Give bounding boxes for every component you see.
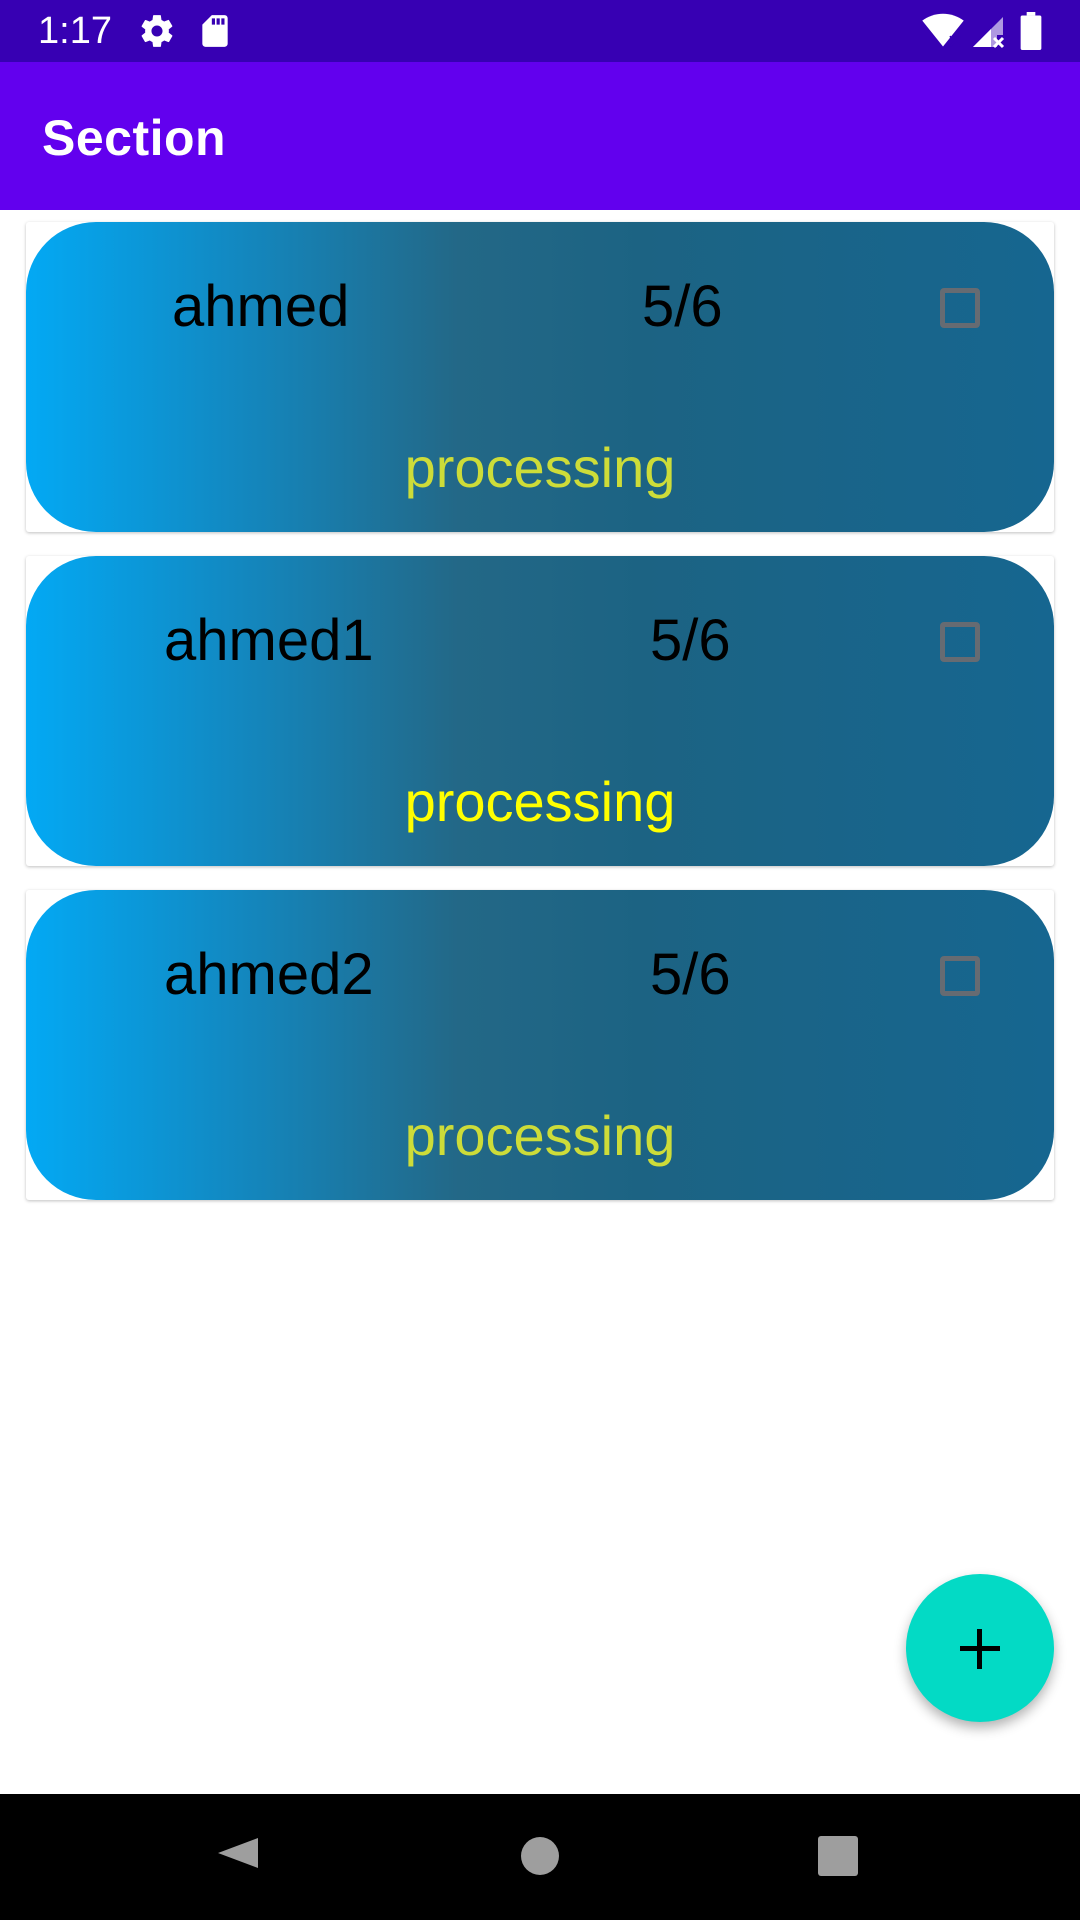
item-status: processing (404, 1104, 676, 1167)
item-name: ahmed (172, 274, 350, 339)
status-bar: 1:17 (0, 0, 1080, 62)
wifi-icon (922, 12, 964, 55)
back-icon[interactable] (210, 1794, 270, 1920)
item-name: ahmed1 (164, 608, 374, 673)
list-item[interactable]: ahmed2 5/6 processing (26, 890, 1054, 1200)
card-gradient-background: ahmed 5/6 processing (26, 222, 1054, 532)
item-score: 5/6 (650, 942, 731, 1007)
item-status: processing (404, 770, 676, 833)
app-bar: Section (0, 62, 1080, 210)
add-button[interactable] (906, 1574, 1054, 1722)
home-icon[interactable] (512, 1794, 568, 1920)
navigation-bar (0, 1794, 1080, 1920)
settings-icon (138, 12, 176, 55)
sd-card-icon (196, 12, 234, 55)
list-item[interactable]: ahmed1 5/6 processing (26, 556, 1054, 866)
item-score: 5/6 (642, 274, 723, 339)
battery-icon (1020, 12, 1042, 55)
item-checkbox[interactable] (940, 622, 980, 662)
item-name: ahmed2 (164, 942, 374, 1007)
signal-icon (970, 14, 1006, 55)
card-gradient-background: ahmed1 5/6 processing (26, 556, 1054, 866)
recents-icon[interactable] (816, 1794, 860, 1920)
page-title: Section (42, 110, 227, 166)
item-checkbox[interactable] (940, 956, 980, 996)
item-status: processing (404, 436, 676, 499)
card-gradient-background: ahmed2 5/6 processing (26, 890, 1054, 1200)
item-checkbox[interactable] (940, 288, 980, 328)
item-score: 5/6 (650, 608, 731, 673)
status-time: 1:17 (38, 10, 112, 52)
screen: 1:17 Section ahmed 5/6 processing ahmed1… (0, 0, 1080, 1920)
list-item[interactable]: ahmed 5/6 processing (26, 222, 1054, 532)
